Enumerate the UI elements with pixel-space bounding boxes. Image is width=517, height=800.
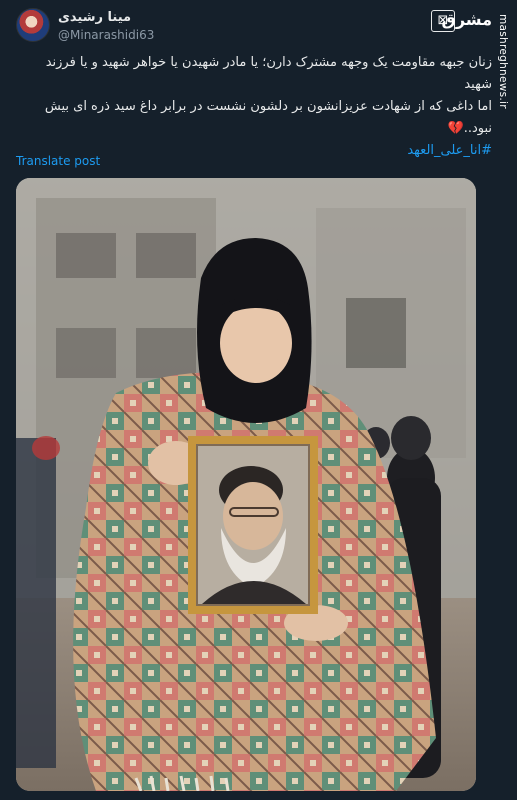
- tweet-photo[interactable]: [16, 178, 476, 791]
- translate-post-link[interactable]: Translate post: [16, 154, 100, 168]
- tweet-line-text: اما داغی که از شهادت عزیزانشون بر دلشون …: [44, 99, 492, 136]
- tweet-line: اما داغی که از شهادت عزیزانشون بر دلشون …: [20, 96, 492, 140]
- photo-illustration: [16, 178, 476, 791]
- avatar[interactable]: [16, 8, 50, 42]
- watermark-url: mashreghnews.ir: [497, 14, 509, 109]
- broken-heart-icon: 💔: [447, 121, 464, 136]
- display-name[interactable]: مینا رشیدی: [58, 10, 131, 25]
- user-handle[interactable]: @Minarashidi63: [58, 28, 154, 42]
- tweet-header: مینا رشیدی @Minarashidi63: [16, 8, 436, 44]
- hashtag-link[interactable]: #انا_علی_العهد: [407, 143, 492, 158]
- watermark-brand: مشرق: [441, 10, 492, 29]
- tweet-text: زنان جبهه مقاومت یک وجهه مشترک دارن؛ یا …: [20, 52, 492, 162]
- tweet-line: زنان جبهه مقاومت یک وجهه مشترک دارن؛ یا …: [45, 55, 492, 92]
